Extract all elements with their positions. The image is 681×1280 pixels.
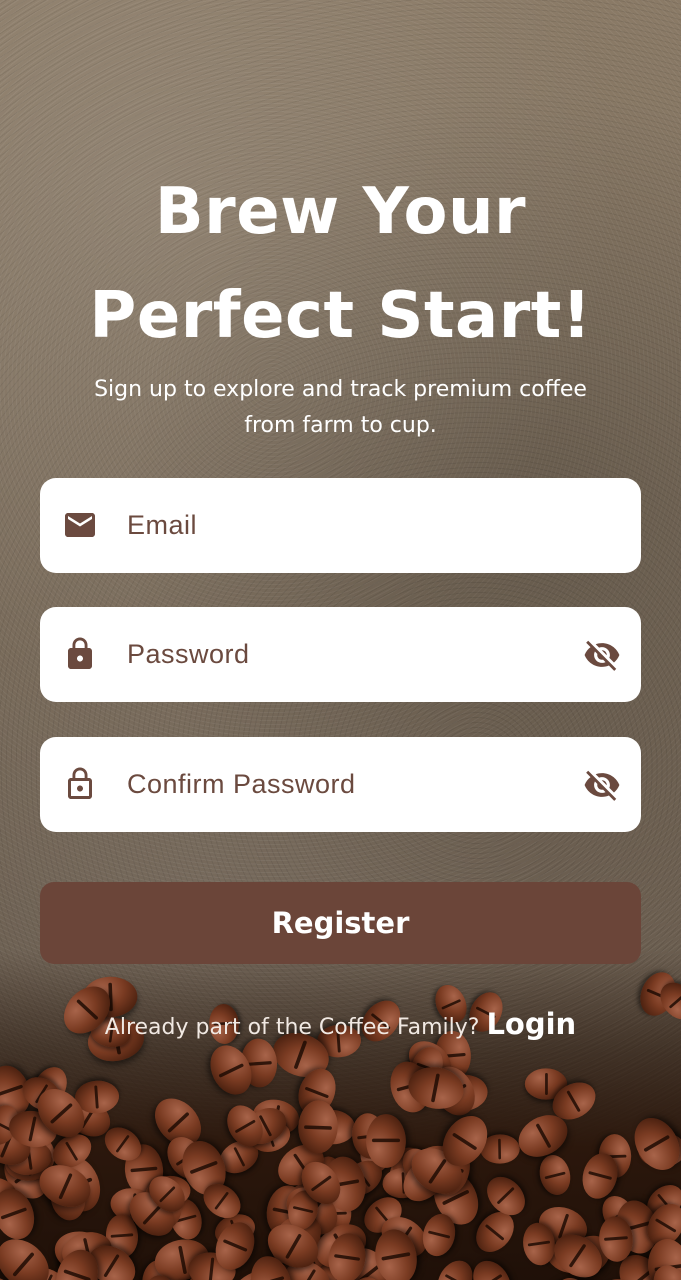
coffee-bean [297, 1099, 340, 1155]
email-field[interactable]: Email [40, 478, 641, 573]
coffee-bean [366, 1114, 406, 1168]
coffee-bean [535, 1151, 575, 1199]
title-line-1: Brew Your [154, 175, 527, 249]
confirm-password-field[interactable]: Confirm Password [40, 737, 641, 832]
coffee-bean [479, 1169, 533, 1223]
lock-icon [68, 637, 92, 669]
coffee-bean [626, 1109, 681, 1178]
login-link[interactable]: Login [486, 1007, 576, 1041]
login-prompt: Already part of the Coffee Family? Login [0, 1002, 681, 1050]
subtitle-line-1: Sign up to explore and track premium cof… [94, 377, 587, 402]
password-field[interactable]: Password [40, 607, 641, 702]
page-title: Brew Your Perfect Start! [0, 160, 681, 368]
lock-outline-icon [68, 767, 92, 799]
mail-icon [65, 513, 95, 537]
login-prompt-text: Already part of the Coffee Family? [104, 1015, 480, 1040]
eye-off-icon[interactable] [583, 636, 621, 674]
password-placeholder: Password [127, 639, 250, 669]
email-placeholder: Email [127, 510, 198, 540]
register-button[interactable]: Register [40, 882, 641, 964]
title-line-2: Perfect Start! [89, 279, 592, 353]
confirm-password-placeholder: Confirm Password [127, 769, 356, 799]
subtitle-line-2: from farm to cup. [244, 413, 437, 438]
coffee-beans-background [0, 950, 681, 1280]
eye-off-icon[interactable] [583, 766, 621, 804]
page-subtitle: Sign up to explore and track premium cof… [40, 372, 641, 444]
coffee-bean [465, 1253, 519, 1280]
